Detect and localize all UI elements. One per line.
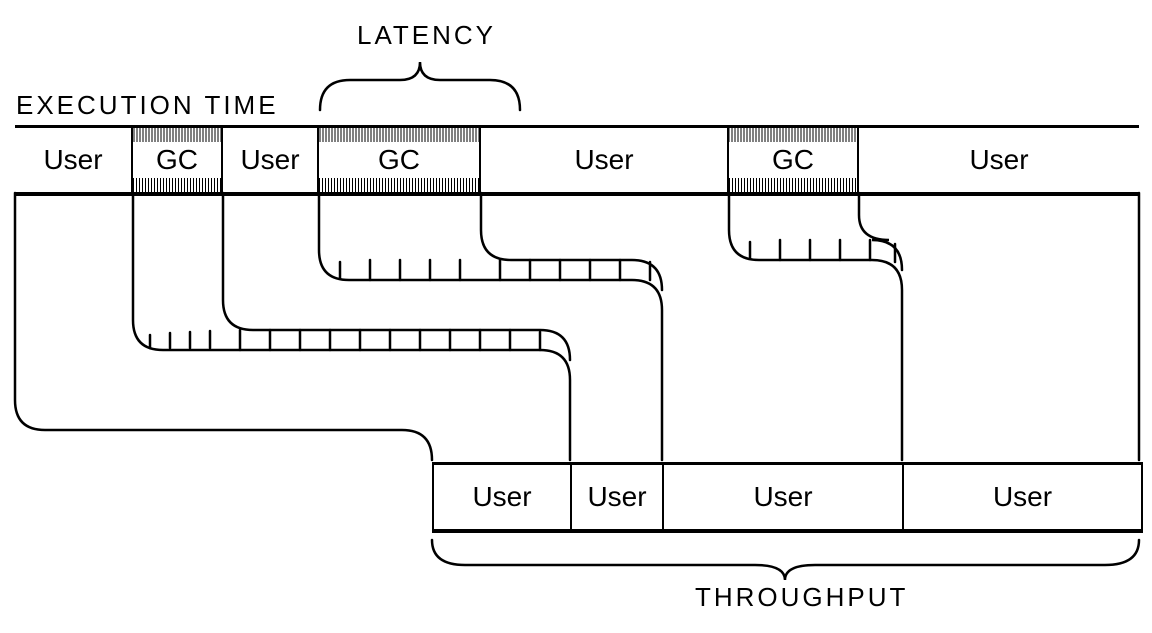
throughput-brace-icon bbox=[432, 540, 1139, 580]
flow-connector bbox=[319, 193, 662, 460]
flow-connector bbox=[223, 193, 570, 360]
timeline-segment-user: User bbox=[15, 128, 133, 192]
flow-hatching bbox=[150, 330, 540, 350]
execution-timeline: User GC User GC User GC User bbox=[15, 125, 1139, 196]
throughput-segment: User bbox=[434, 465, 572, 529]
throughput-bar: User User User User bbox=[432, 462, 1143, 533]
timeline-segment-gc: GC bbox=[319, 128, 481, 192]
flow-hatching bbox=[340, 260, 650, 280]
flow-connector bbox=[481, 193, 662, 290]
flow-connector bbox=[729, 193, 902, 460]
timeline-segment-user: User bbox=[481, 128, 729, 192]
timeline-segment-gc: GC bbox=[729, 128, 859, 192]
flow-connector bbox=[15, 193, 432, 460]
latency-brace-icon bbox=[320, 62, 520, 110]
execution-time-label: EXECUTION TIME bbox=[16, 90, 279, 121]
throughput-segment: User bbox=[572, 465, 664, 529]
flow-connector bbox=[859, 193, 902, 270]
flow-hatching bbox=[750, 240, 895, 262]
timeline-segment-user: User bbox=[223, 128, 319, 192]
flow-connector bbox=[133, 193, 570, 460]
timeline-segment-gc: GC bbox=[133, 128, 223, 192]
throughput-segment: User bbox=[664, 465, 904, 529]
timeline-segment-user: User bbox=[859, 128, 1139, 192]
throughput-segment: User bbox=[904, 465, 1141, 529]
latency-label: LATENCY bbox=[357, 20, 496, 51]
throughput-label: THROUGHPUT bbox=[695, 582, 908, 613]
